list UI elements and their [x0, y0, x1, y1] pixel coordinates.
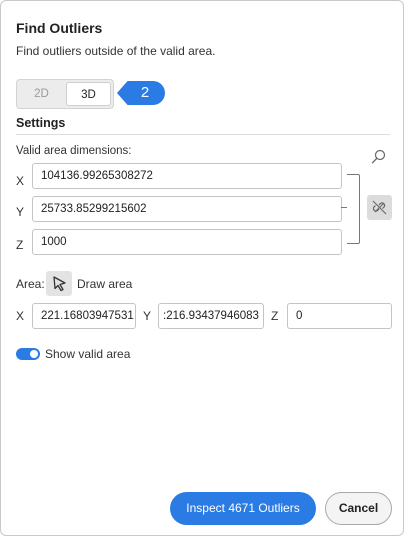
draw-area-label[interactable]: Draw area: [77, 277, 132, 291]
valid-x-field[interactable]: 104136.99265308272: [32, 163, 342, 189]
toggle-knob: [30, 350, 38, 358]
valid-z-label: Z: [16, 238, 24, 252]
cancel-button[interactable]: Cancel: [325, 492, 392, 525]
show-valid-area-label: Show valid area: [45, 347, 131, 361]
mode-3d-button[interactable]: 3D: [66, 82, 111, 106]
valid-area-label: Valid area dimensions:: [16, 145, 132, 157]
settings-heading: Settings: [16, 116, 66, 130]
area-label: Area:: [16, 277, 45, 291]
valid-y-field[interactable]: 25733.85299215602: [32, 196, 342, 222]
valid-x-label: X: [16, 174, 25, 188]
area-y-label: Y: [143, 309, 152, 323]
draw-area-button[interactable]: [46, 271, 72, 296]
dimension-link-bracket: [347, 174, 360, 244]
area-y-field[interactable]: :216.93437946083: [158, 303, 264, 329]
callout-number: 2: [140, 84, 150, 101]
area-z-label: Z: [271, 309, 279, 323]
valid-y-label: Y: [16, 205, 25, 219]
mode-segmented-control: 2D 3D: [16, 79, 114, 109]
bracket-tick: [341, 207, 347, 208]
find-outliers-dialog: Find Outliers Find outliers outside of t…: [0, 0, 404, 536]
settings-divider: [16, 134, 390, 135]
show-valid-area-toggle[interactable]: [16, 348, 40, 360]
area-x-field[interactable]: 221.16803947531: [32, 303, 136, 329]
cursor-select-icon: [53, 276, 66, 292]
unlink-icon: [372, 200, 387, 215]
unlink-dimensions-button[interactable]: [367, 195, 392, 220]
inspect-outliers-button[interactable]: Inspect 4671 Outliers: [170, 492, 316, 525]
dialog-subtitle: Find outliers outside of the valid area.: [16, 44, 216, 58]
valid-z-field[interactable]: 1000: [32, 229, 342, 255]
search-icon[interactable]: [370, 148, 388, 166]
step-callout-badge: 2: [117, 81, 165, 105]
area-x-label: X: [16, 309, 25, 323]
dialog-title: Find Outliers: [16, 20, 103, 36]
area-z-field[interactable]: 0: [287, 303, 392, 329]
mode-2d-button[interactable]: 2D: [19, 82, 64, 106]
